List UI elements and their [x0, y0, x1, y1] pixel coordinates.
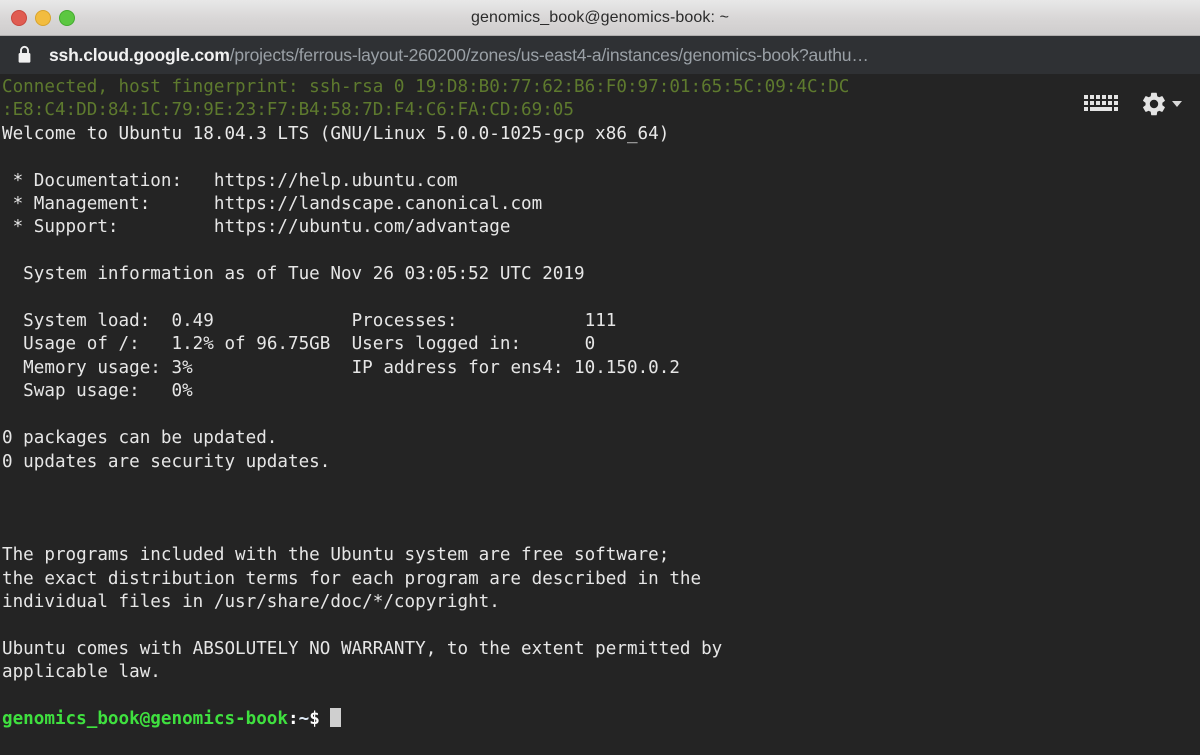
doc-link-label: * Documentation:: [2, 170, 183, 191]
sysinfo-row-1-left-value: 1.2% of 96.75GB: [171, 334, 331, 355]
legal-2-line-1: applicable law.: [2, 662, 161, 683]
terminal-cursor[interactable]: [330, 707, 342, 727]
mgmt-link-label: * Management:: [2, 194, 151, 215]
shell-prompt-colon: :: [288, 708, 299, 729]
fingerprint-line-2: :E8:C4:DD:84:1C:79:9E:23:F7:B4:58:7D:F4:…: [2, 100, 574, 121]
shell-prompt-userhost: genomics_book@genomics-book: [2, 708, 288, 729]
welcome-line: Welcome to Ubuntu 18.04.3 LTS (GNU/Linux…: [2, 123, 670, 144]
window-titlebar: genomics_book@genomics-book: ~: [0, 0, 1200, 36]
sysinfo-row-2-right-label: IP address for ens4:: [351, 357, 575, 378]
window-title: genomics_book@genomics-book: ~: [470, 8, 730, 26]
sysinfo-row-1-right-value: 0: [584, 334, 596, 355]
address-bar-host: ssh.cloud.google.com: [49, 45, 230, 65]
legal-1-line-1: the exact distribution terms for each pr…: [2, 568, 702, 589]
window-controls: [11, 0, 75, 35]
address-bar[interactable]: ssh.cloud.google.com/projects/ferrous-la…: [0, 36, 1200, 74]
sysinfo-row-1-left-label: Usage of /:: [2, 334, 172, 355]
legal-1-line-2: individual files in /usr/share/doc/*/cop…: [2, 591, 500, 612]
minimize-window-button[interactable]: [35, 9, 51, 26]
gear-icon: [1140, 90, 1168, 118]
ssh-terminal[interactable]: Connected, host fingerprint: ssh-rsa 0 1…: [0, 74, 1200, 755]
chevron-down-icon: [1172, 101, 1182, 107]
sysinfo-row-1-right-label: Users logged in:: [351, 334, 585, 355]
updates-line-0: 0 packages can be updated.: [2, 428, 278, 449]
fingerprint-line-1: Connected, host fingerprint: ssh-rsa 0 1…: [2, 77, 850, 97]
sysinfo-row-0-left-value: 0.49: [171, 311, 214, 332]
lock-icon: [16, 45, 33, 65]
support-link-url: https://ubuntu.com/advantage: [213, 217, 511, 238]
sysinfo-row-0-right-value: 111: [584, 311, 617, 332]
address-bar-url: ssh.cloud.google.com/projects/ferrous-la…: [49, 36, 869, 74]
legal-1-line-0: The programs included with the Ubuntu sy…: [2, 545, 670, 566]
sysinfo-row-2-left-value: 3%: [171, 357, 193, 378]
shell-prompt-dollar: $: [309, 708, 320, 729]
sysinfo-row-0-right-label: Processes:: [351, 311, 585, 332]
keyboard-icon[interactable]: [1084, 93, 1118, 115]
sysinfo-row-2-right-value: 10.150.0.2: [574, 357, 680, 378]
sysinfo-row-0-left-label: System load:: [2, 311, 172, 332]
browser-window: genomics_book@genomics-book: ~ ssh.cloud…: [0, 0, 1200, 755]
sysinfo-header: System information as of Tue Nov 26 03:0…: [2, 264, 585, 285]
shell-prompt-cwd: ~: [298, 708, 310, 729]
settings-menu-button[interactable]: [1140, 90, 1182, 118]
doc-link-url: https://help.ubuntu.com: [213, 170, 458, 191]
terminal-toolbar: [1084, 90, 1182, 118]
close-window-button[interactable]: [11, 9, 27, 26]
sysinfo-row-3-left-label: Swap usage:: [2, 381, 172, 402]
support-link-label: * Support:: [2, 217, 119, 238]
terminal-output: Connected, host fingerprint: ssh-rsa 0 1…: [0, 74, 849, 731]
maximize-window-button[interactable]: [59, 9, 75, 26]
legal-2-line-0: Ubuntu comes with ABSOLUTELY NO WARRANTY…: [2, 638, 723, 659]
updates-line-1: 0 updates are security updates.: [2, 451, 331, 472]
sysinfo-row-2-left-label: Memory usage:: [2, 357, 172, 378]
sysinfo-row-3-left-value: 0%: [171, 381, 193, 402]
address-bar-path: /projects/ferrous-layout-260200/zones/us…: [229, 45, 869, 65]
mgmt-link-url: https://landscape.canonical.com: [213, 194, 543, 215]
